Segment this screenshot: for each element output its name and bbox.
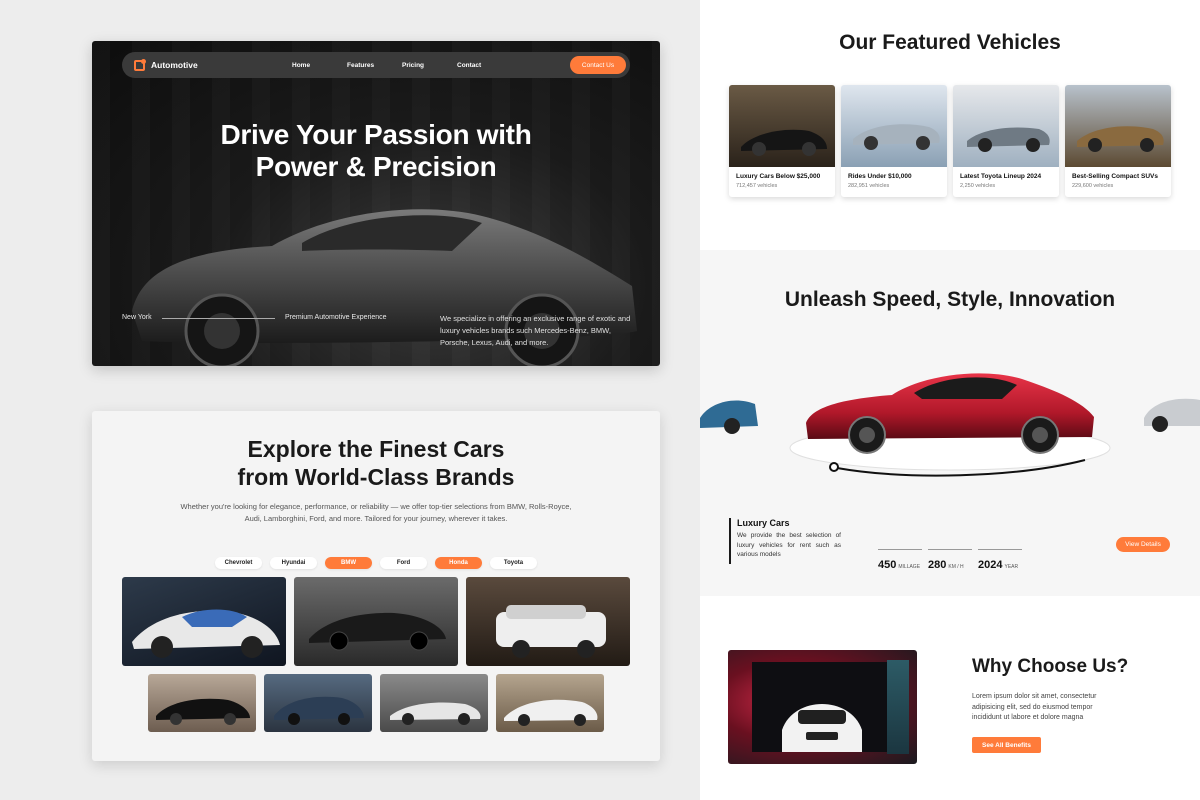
brand-tab-ford[interactable]: Ford: [380, 557, 427, 569]
brand-tabs: Chevrolet Hyundai BMW Ford Honda Toyota: [215, 557, 537, 569]
featured-card-image: [953, 85, 1059, 167]
featured-card-count: 712,457 vehicles: [736, 183, 778, 189]
featured-card-image: [729, 85, 835, 167]
featured-card-suv[interactable]: Best-Selling Compact SUVs 229,600 vehicl…: [1065, 85, 1171, 197]
car-image-evo[interactable]: [264, 674, 372, 732]
nav-links: Home Features Pricing Contact: [292, 62, 512, 69]
featured-card-luxury[interactable]: Luxury Cars Below $25,000 712,457 vehicl…: [729, 85, 835, 197]
car-image-ferrari[interactable]: [380, 674, 488, 732]
explore-title-line2: from World-Class Brands: [237, 464, 515, 490]
tagline: Premium Automotive Experience: [285, 314, 387, 321]
car-info-description: We provide the best selection of luxury …: [737, 532, 841, 558]
featured-card-count: 282,951 vehicles: [848, 183, 890, 189]
carousel-slider-handle[interactable]: [829, 462, 839, 472]
stat-speed-value: 280: [928, 559, 947, 571]
featured-card-count: 2,250 vehicles: [960, 183, 996, 189]
stat-speed-unit: KM / H: [948, 564, 964, 570]
nav-contact[interactable]: Contact: [457, 62, 512, 69]
brand-tab-honda[interactable]: Honda: [435, 557, 482, 569]
stat-year: 2024 YEAR: [978, 549, 1022, 573]
nav-features[interactable]: Features: [347, 62, 402, 69]
featured-red-car-image: [806, 373, 1094, 454]
hero-description: We specialize in offering an exclusive r…: [440, 314, 631, 347]
location-label: New York: [122, 314, 152, 321]
stat-mileage-value: 450: [878, 559, 897, 571]
next-car-thumbnail[interactable]: [1140, 386, 1200, 434]
hero-title-line2: Power & Precision: [255, 151, 497, 182]
featured-card-toyota[interactable]: Latest Toyota Lineup 2024 2,250 vehicles: [953, 85, 1059, 197]
explore-subtitle: Whether you're looking for elegance, per…: [180, 502, 572, 523]
car-image-audi-r8[interactable]: [496, 674, 604, 732]
nav-home[interactable]: Home: [292, 62, 347, 69]
logo[interactable]: Automotive: [134, 58, 198, 71]
hero-section: Automotive Home Features Pricing Contact…: [92, 41, 660, 366]
see-all-benefits-button[interactable]: See All Benefits: [972, 737, 1041, 753]
showcase-title: Unleash Speed, Style, Innovation: [784, 288, 1116, 311]
featured-card-title: Latest Toyota Lineup 2024: [960, 173, 1042, 180]
car-image-rolls-royce[interactable]: [466, 577, 630, 666]
car-info-block: Luxury Cars We provide the best selectio…: [729, 518, 841, 564]
stat-mileage-unit: MILLAGE: [898, 564, 921, 570]
car-image-bmw-i8[interactable]: [122, 577, 286, 666]
car-stats: 450 MILLAGE 280 KM / H 2024 YEAR: [878, 549, 1022, 573]
car-image-mercedes-black[interactable]: [148, 674, 256, 732]
why-description: Lorem ipsum dolor sit amet, consectetur …: [972, 693, 1097, 721]
explore-title-line1: Explore the Finest Cars: [247, 436, 505, 462]
view-details-button[interactable]: View Details: [1116, 537, 1170, 552]
stat-mileage: 450 MILLAGE: [878, 549, 922, 573]
featured-card-image: [841, 85, 947, 167]
right-panel: Our Featured Vehicles Luxury Cars Below …: [700, 0, 1200, 800]
brand-tab-chevrolet[interactable]: Chevrolet: [215, 557, 262, 569]
stat-year-value: 2024: [978, 559, 1003, 571]
featured-card-under-10k[interactable]: Rides Under $10,000 282,951 vehicles: [841, 85, 947, 197]
stat-speed: 280 KM / H: [928, 549, 972, 573]
featured-card-title: Luxury Cars Below $25,000: [736, 173, 821, 180]
why-choose-image: [728, 650, 917, 764]
featured-title: Our Featured Vehicles: [839, 31, 1061, 54]
hero-title-line1: Drive Your Passion with: [220, 119, 532, 150]
car-info-title: Luxury Cars: [737, 518, 790, 528]
explore-title: Explore the Finest Cars from World-Class…: [92, 435, 660, 491]
contact-us-button[interactable]: Contact Us: [570, 56, 626, 74]
logo-text: Automotive: [151, 60, 198, 70]
brand-tab-hyundai[interactable]: Hyundai: [270, 557, 317, 569]
car-image-sedan-black[interactable]: [294, 577, 458, 666]
divider-line: [162, 318, 275, 319]
navbar: Automotive Home Features Pricing Contact…: [122, 52, 630, 78]
brand-tab-bmw[interactable]: BMW: [325, 557, 372, 569]
featured-card-title: Best-Selling Compact SUVs: [1072, 173, 1158, 180]
nav-pricing[interactable]: Pricing: [402, 62, 457, 69]
brand-tab-toyota[interactable]: Toyota: [490, 557, 537, 569]
explore-section: Explore the Finest Cars from World-Class…: [92, 411, 660, 761]
featured-card-count: 229,600 vehicles: [1072, 183, 1114, 189]
featured-card-title: Rides Under $10,000: [848, 173, 912, 180]
showcase-section: Unleash Speed, Style, Innovation Luxury …: [700, 250, 1200, 596]
stat-year-unit: YEAR: [1004, 564, 1019, 570]
why-title: Why Choose Us?: [972, 656, 1129, 677]
prev-car-thumbnail[interactable]: [700, 388, 760, 436]
featured-card-image: [1065, 85, 1171, 167]
hero-title: Drive Your Passion with Power & Precisio…: [92, 119, 660, 183]
logo-icon: [134, 58, 146, 71]
